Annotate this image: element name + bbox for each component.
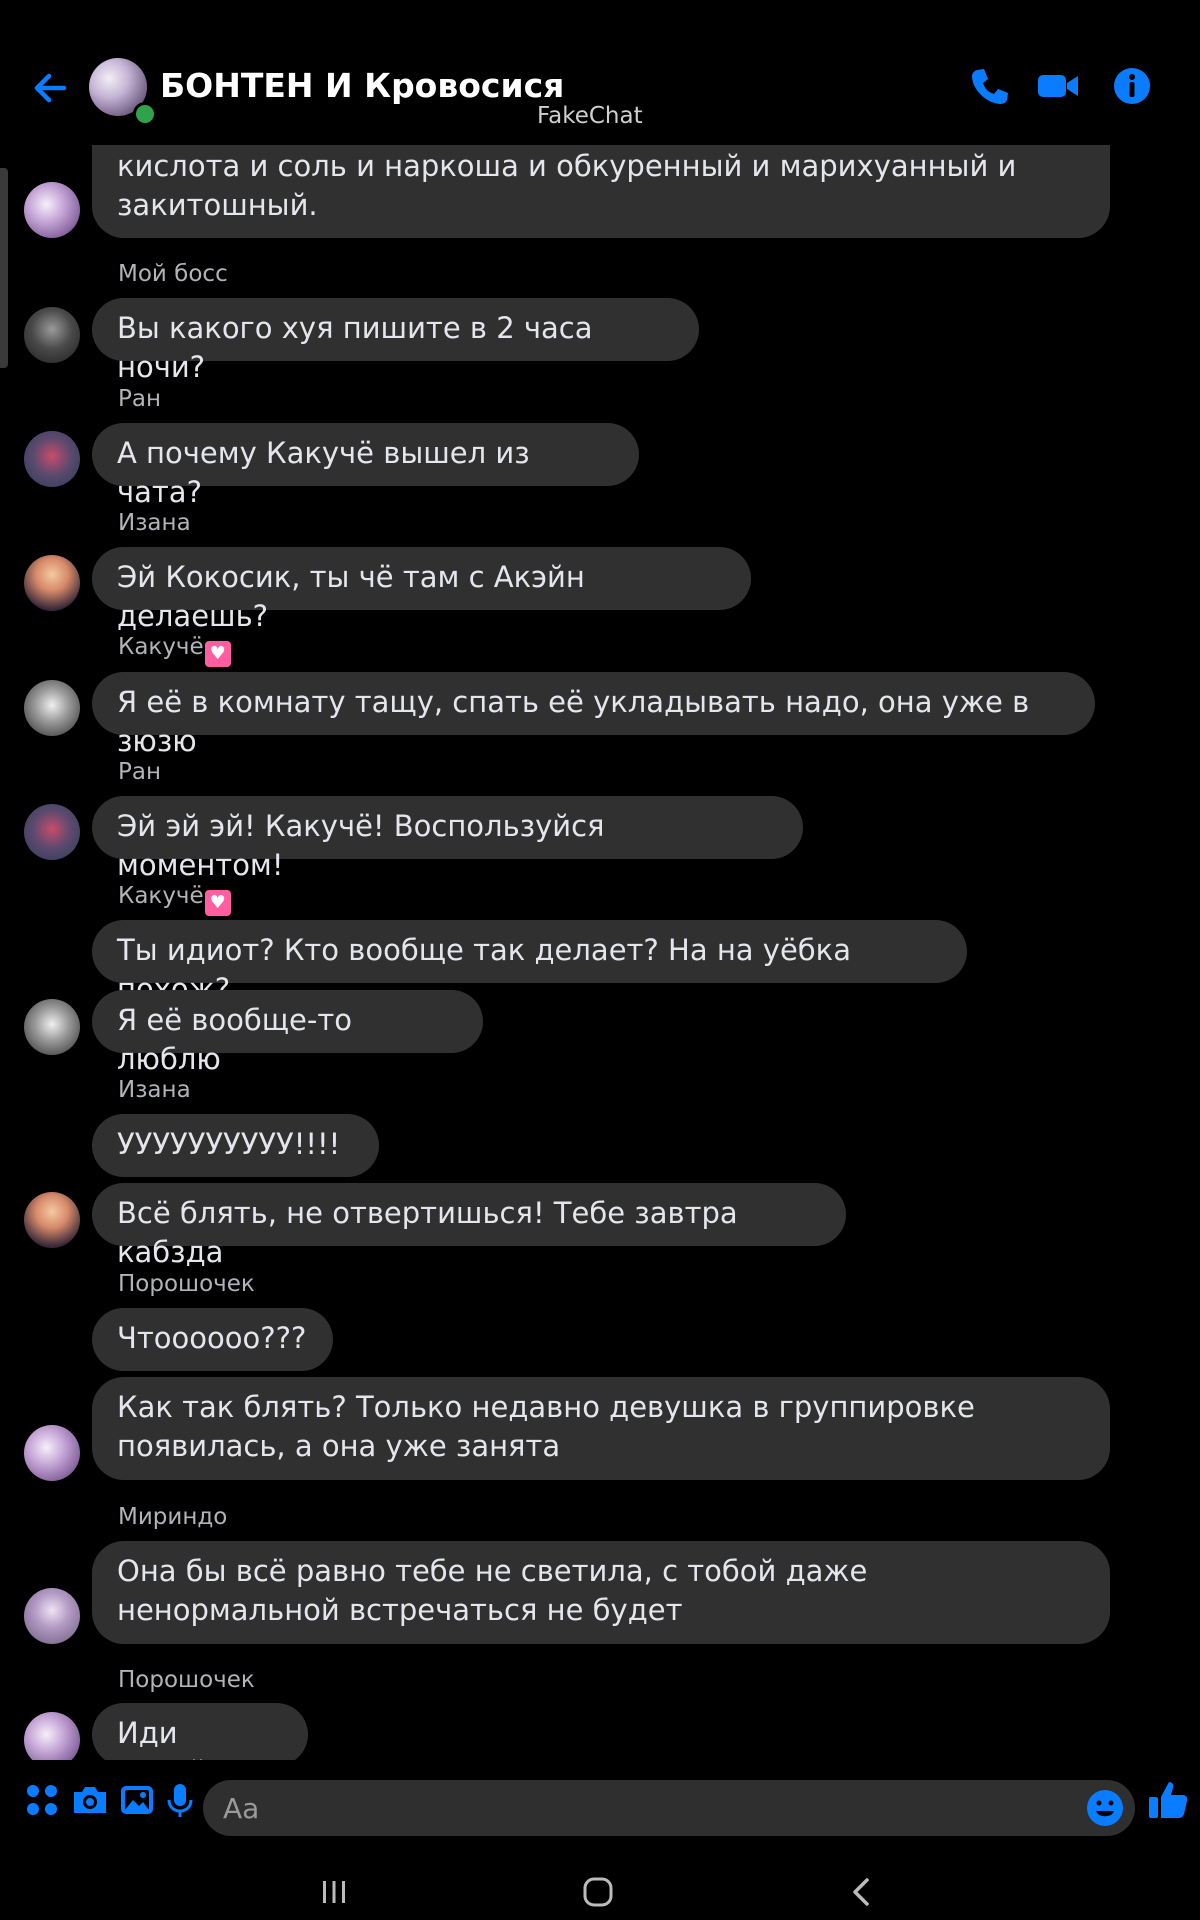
- message-text: Эй эй эй! Какучё! Воспользуйся моментом!: [117, 809, 605, 882]
- sender-label: Какучё: [118, 634, 204, 660]
- gallery-icon[interactable]: [117, 1780, 157, 1820]
- message-text: Всё блять, не отвертишься! Тебе завтра к…: [117, 1196, 738, 1269]
- sender-label: Какучё: [118, 883, 204, 909]
- sender-name: Какучё ♥: [118, 634, 231, 667]
- message-bubble[interactable]: Я её вообще-то люблю: [92, 990, 483, 1076]
- avatar[interactable]: [24, 182, 80, 238]
- avatar[interactable]: [24, 1712, 80, 1760]
- thumbs-up-icon[interactable]: [1146, 1778, 1190, 1822]
- smiley-icon[interactable]: [1085, 1788, 1125, 1828]
- message-bubble[interactable]: Ты идиот? Кто вообще так делает? На на у…: [92, 920, 967, 1006]
- sender-name: Ран: [118, 386, 162, 412]
- message-text: Эй Кокосик, ты чё там с Акэйн делаешь?: [117, 560, 585, 633]
- recent-apps-icon[interactable]: [314, 1872, 354, 1912]
- avatar[interactable]: [24, 431, 80, 487]
- message-bubble[interactable]: Она бы всё равно тебе не светила, с тобо…: [92, 1541, 1110, 1644]
- heart-icon: ♥: [204, 641, 231, 667]
- message-bubble[interactable]: Всё блять, не отвертишься! Тебе завтра к…: [92, 1183, 846, 1269]
- avatar[interactable]: [24, 307, 80, 363]
- message-text: Вы какого хуя пишите в 2 часа ночи?: [117, 311, 593, 384]
- sender-name: Мириндо: [118, 1504, 228, 1530]
- scrollbar[interactable]: [0, 168, 8, 368]
- heart-icon: ♥: [204, 890, 231, 916]
- message-bubble[interactable]: Как так блять? Только недавно девушка в …: [92, 1377, 1110, 1480]
- chat-header: БОНТЕН И Кровосися FakeChat: [0, 30, 1200, 145]
- message-list[interactable]: Меня уже как не подписывали. Я и порошок…: [0, 0, 1200, 1760]
- sender-name: Ран: [118, 759, 162, 785]
- sender-name: Изана: [118, 510, 191, 536]
- message-text: А почему Какучё вышел из чата?: [117, 436, 530, 509]
- avatar[interactable]: [24, 555, 80, 611]
- home-icon[interactable]: [578, 1872, 618, 1912]
- chat-title[interactable]: БОНТЕН И Кровосися: [160, 66, 564, 105]
- message-bubble[interactable]: УУУУУУУУУУ!!!!: [92, 1114, 379, 1177]
- sender-name: Порошочек: [118, 1667, 255, 1693]
- system-nav-bar: [0, 1860, 1200, 1920]
- message-bubble[interactable]: Чтоооооо???: [92, 1308, 333, 1371]
- message-text: Чтоооооо???: [117, 1321, 307, 1355]
- message-text: УУУУУУУУУУ!!!!: [117, 1127, 341, 1161]
- apps-icon[interactable]: [22, 1780, 62, 1820]
- message-bubble[interactable]: А почему Какучё вышел из чата?: [92, 423, 639, 509]
- message-bubble[interactable]: Эй Кокосик, ты чё там с Акэйн делаешь?: [92, 547, 751, 633]
- input-placeholder: Aa: [223, 1792, 260, 1825]
- info-icon[interactable]: [1110, 64, 1154, 108]
- message-text: Иди нахуй!: [117, 1716, 219, 1760]
- watermark: FakeChat: [537, 103, 643, 129]
- message-text: Я её вообще-то люблю: [117, 1003, 352, 1076]
- sender-name: Какучё ♥: [118, 883, 231, 916]
- avatar[interactable]: [24, 804, 80, 860]
- message-bubble[interactable]: Иди нахуй!: [92, 1703, 308, 1760]
- arrow-left-icon[interactable]: [28, 66, 72, 110]
- message-text: Она бы всё равно тебе не светила, с тобо…: [117, 1554, 868, 1627]
- avatar[interactable]: [24, 1425, 80, 1481]
- online-indicator: [133, 102, 157, 126]
- message-input[interactable]: Aa: [203, 1780, 1135, 1836]
- message-bubble[interactable]: Эй эй эй! Какучё! Воспользуйся моментом!: [92, 796, 803, 882]
- back-nav-icon[interactable]: [842, 1872, 882, 1912]
- avatar[interactable]: [24, 680, 80, 736]
- message-text: Как так блять? Только недавно девушка в …: [117, 1390, 975, 1463]
- sender-name: Мой босс: [118, 261, 228, 287]
- video-icon[interactable]: [1036, 64, 1080, 108]
- microphone-icon[interactable]: [160, 1780, 200, 1820]
- avatar[interactable]: [24, 1192, 80, 1248]
- message-composer: Aa: [0, 1760, 1200, 1860]
- sender-name: Порошочек: [118, 1271, 255, 1297]
- message-bubble[interactable]: Вы какого хуя пишите в 2 часа ночи?: [92, 298, 699, 384]
- avatar[interactable]: [24, 999, 80, 1055]
- camera-icon[interactable]: [70, 1780, 110, 1820]
- message-text: Я её в комнату тащу, спать её укладывать…: [117, 685, 1030, 758]
- avatar[interactable]: [24, 1588, 80, 1644]
- message-bubble[interactable]: Я её в комнату тащу, спать её укладывать…: [92, 672, 1095, 758]
- phone-icon[interactable]: [968, 64, 1012, 108]
- sender-name: Изана: [118, 1077, 191, 1103]
